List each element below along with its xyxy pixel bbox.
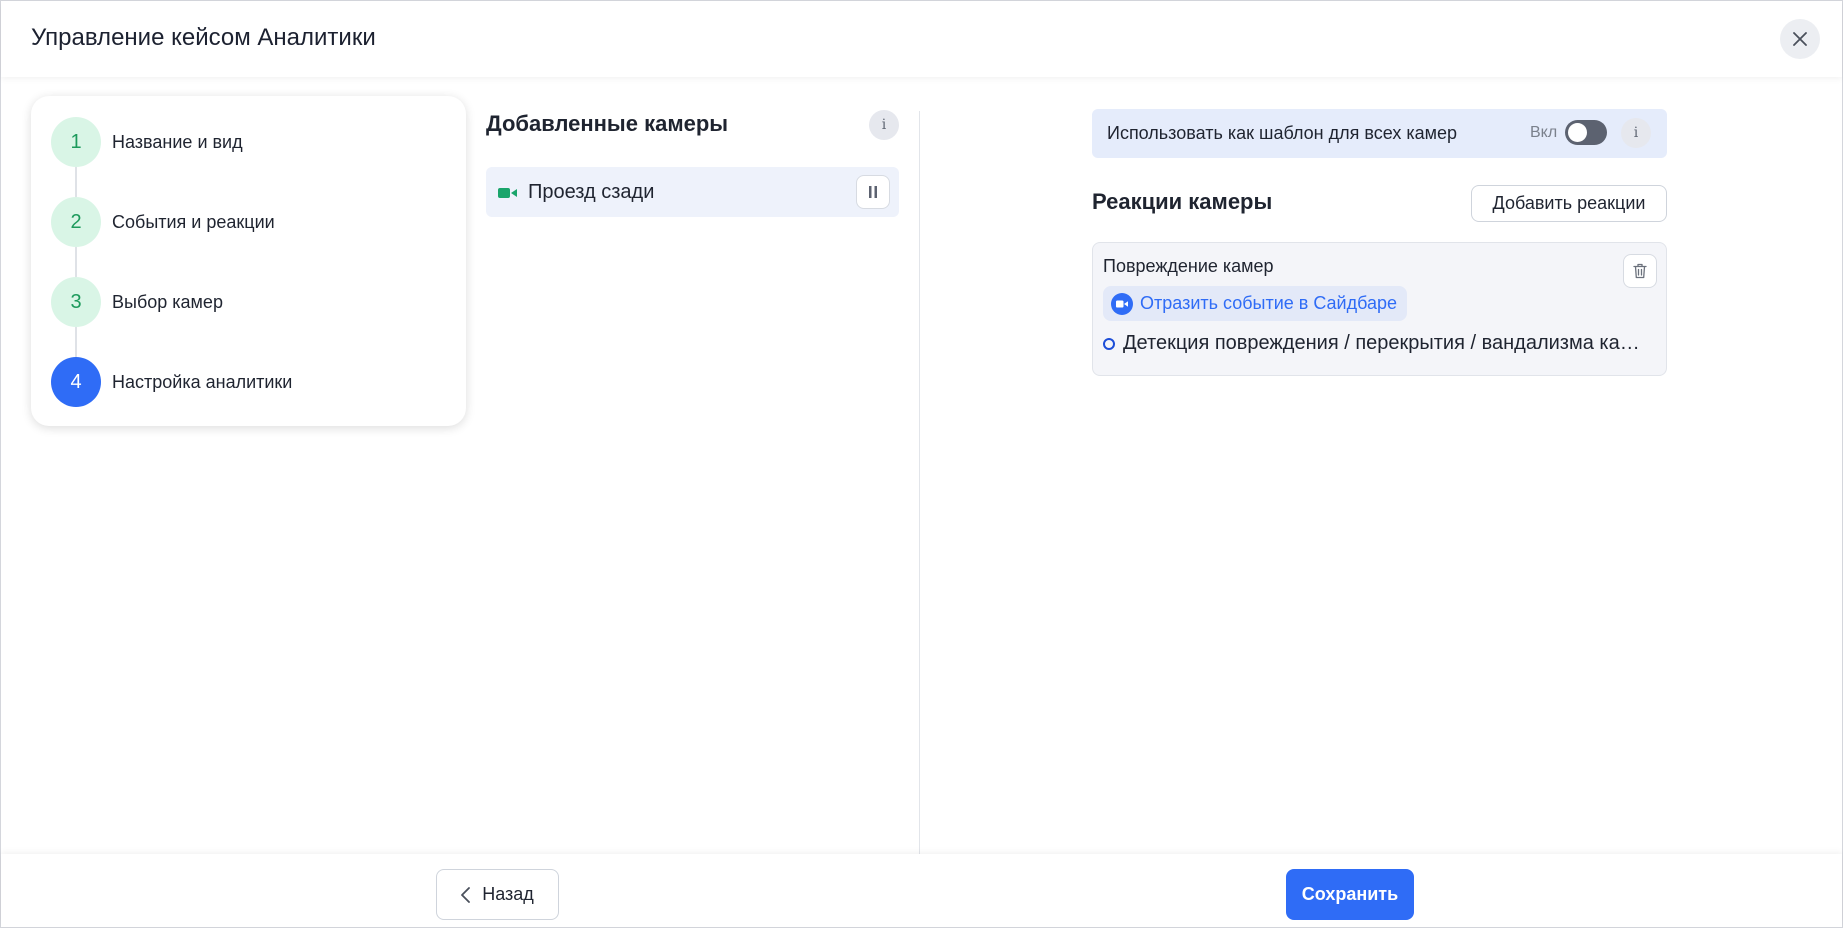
step-connector (75, 327, 77, 357)
step-label: Настройка аналитики (112, 371, 293, 392)
step-1[interactable]: 1 Название и вид (51, 117, 243, 167)
back-label: Назад (482, 884, 534, 904)
chevron-left-icon (461, 886, 471, 903)
cameras-info-icon[interactable]: i (869, 110, 899, 140)
reaction-card: Повреждение камер Отразить событие в Сай… (1092, 242, 1667, 376)
toggle-label: Вкл (1530, 124, 1558, 141)
sidebar-reaction-chip[interactable]: Отразить событие в Сайдбаре (1103, 286, 1408, 321)
close-icon (1793, 32, 1807, 46)
toggle-knob (1568, 123, 1587, 142)
step-2[interactable]: 2 События и реакции (51, 197, 275, 247)
back-button[interactable]: Назад (436, 869, 559, 920)
step-3[interactable]: 3 Выбор камер (51, 277, 223, 327)
step-connector (75, 167, 77, 197)
reaction-title: Повреждение камер (1103, 256, 1274, 276)
step-label: События и реакции (112, 211, 275, 232)
save-button[interactable]: Сохранить (1286, 869, 1414, 920)
added-cameras-title: Добавленные камеры (486, 111, 729, 136)
modal-footer: Назад Сохранить (1, 854, 1842, 927)
modal-window: Управление кейсом Аналитики 1 Название и… (0, 0, 1843, 928)
template-label: Использовать как шаблон для всех камер (1107, 123, 1458, 143)
close-button[interactable] (1780, 19, 1820, 59)
bullet-icon (1103, 337, 1115, 350)
camera-reactions-title: Реакции камеры (1092, 189, 1273, 214)
step-number: 1 (51, 117, 101, 167)
step-number: 3 (51, 277, 101, 327)
detection-item: Детекция повреждения / перекрытия / ванд… (1103, 332, 1653, 355)
pause-icon (869, 186, 877, 198)
add-reactions-button[interactable]: Добавить реакции (1471, 185, 1667, 222)
step-connector (75, 247, 77, 277)
step-number: 4 (51, 357, 101, 407)
video-camera-icon (498, 186, 518, 198)
video-camera-icon (1111, 292, 1133, 315)
step-label: Выбор камер (112, 291, 223, 312)
delete-reaction-button[interactable] (1623, 254, 1657, 288)
column-divider (919, 111, 920, 856)
template-info-icon[interactable]: i (1621, 118, 1651, 148)
chip-label: Отразить событие в Сайдбаре (1140, 293, 1398, 313)
template-toggle[interactable] (1565, 120, 1607, 145)
detection-label: Детекция повреждения / перекрытия / ванд… (1123, 332, 1653, 354)
step-4[interactable]: 4 Настройка аналитики (51, 357, 292, 407)
modal-header: Управление кейсом Аналитики (1, 1, 1842, 77)
step-number: 2 (51, 197, 101, 247)
template-setting: Использовать как шаблон для всех камер В… (1092, 109, 1667, 158)
trash-icon (1633, 263, 1647, 279)
page-title: Управление кейсом Аналитики (31, 24, 376, 51)
camera-list-item[interactable]: Проезд сзади (486, 167, 899, 217)
wizard-stepper: 1 Название и вид 2 События и реакции 3 В… (31, 96, 466, 426)
step-label: Название и вид (112, 131, 243, 152)
pause-button[interactable] (856, 175, 890, 209)
camera-name: Проезд сзади (528, 180, 655, 203)
